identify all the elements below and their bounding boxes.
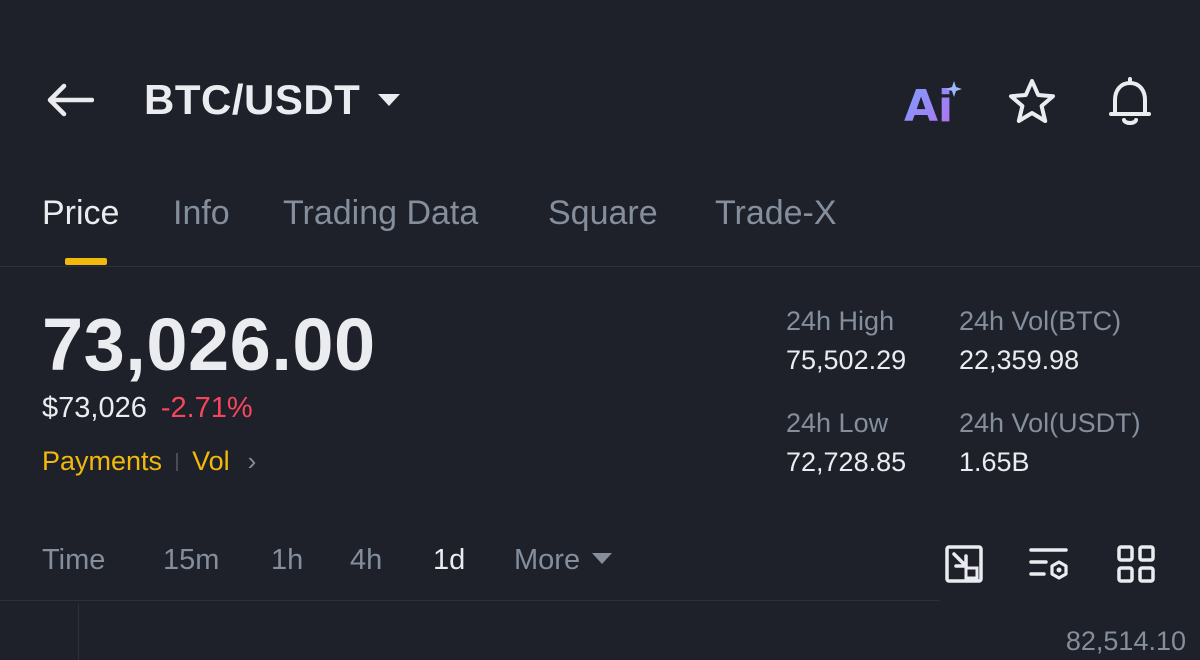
stat-label: 24h High xyxy=(786,306,895,336)
chevron-right-icon: › xyxy=(247,446,257,476)
ai-button[interactable]: Ai xyxy=(902,72,962,132)
back-button[interactable] xyxy=(44,76,96,124)
header: BTC/USDT Ai xyxy=(0,0,1200,200)
tab-info[interactable]: Info xyxy=(173,194,230,233)
chart-mode-button[interactable] xyxy=(940,540,988,588)
tab-square[interactable]: Square xyxy=(548,194,658,233)
usd-price: $73,026 xyxy=(42,392,147,424)
interval-4h[interactable]: 4h xyxy=(350,544,382,577)
ai-icon: Ai xyxy=(904,81,962,127)
stat-value: 22,359.98 xyxy=(959,345,1080,375)
interval-bar: Time 15m 1h 4h 1d More xyxy=(0,530,1200,600)
back-arrow-icon xyxy=(47,83,94,117)
stat-label: 24h Low xyxy=(786,408,889,438)
stat-24h-vol-usdt: 24h Vol(USDT) 1.65B xyxy=(959,408,1141,478)
indicator-settings-button[interactable] xyxy=(1026,540,1074,588)
tab-trading-data[interactable]: Trading Data xyxy=(283,194,478,233)
stat-24h-low: 24h Low 72,728.85 xyxy=(786,408,906,478)
star-icon xyxy=(1009,79,1055,123)
favorite-button[interactable] xyxy=(1002,72,1062,132)
stat-label: 24h Vol(USDT) xyxy=(959,408,1141,438)
stat-value: 72,728.85 xyxy=(786,447,907,477)
interval-15m[interactable]: 15m xyxy=(163,544,219,577)
stat-24h-vol-btc: 24h Vol(BTC) 22,359.98 xyxy=(959,306,1121,376)
active-tab-indicator xyxy=(65,258,107,265)
indicator-settings-icon xyxy=(1029,548,1068,580)
interval-1h[interactable]: 1h xyxy=(271,544,303,577)
chart-expand-icon xyxy=(945,545,983,583)
tag-payments[interactable]: Payments xyxy=(42,446,162,477)
price-change-percent: -2.71% xyxy=(160,392,253,424)
chart-top-border xyxy=(0,600,940,601)
tag-vol[interactable]: Vol xyxy=(192,446,230,477)
chart-gridline xyxy=(78,604,79,660)
tag-links[interactable]: Payments Vol › xyxy=(42,446,256,477)
interval-more-label: More xyxy=(514,544,581,576)
last-price: 73,026.00 xyxy=(42,303,376,386)
tag-separator xyxy=(176,452,179,471)
price-axis-label: 82,514.10 xyxy=(1065,626,1186,656)
caret-down-icon xyxy=(378,94,401,106)
interval-time[interactable]: Time xyxy=(42,544,105,577)
app-root: BTC/USDT Ai Price Info Trading Data Squa… xyxy=(0,0,1200,660)
usd-price-line: $73,026 -2.71% xyxy=(42,392,253,425)
stat-24h-high: 24h High 75,502.29 xyxy=(786,306,906,376)
tab-price[interactable]: Price xyxy=(42,194,119,233)
alert-button[interactable] xyxy=(1100,72,1160,132)
stat-value: 75,502.29 xyxy=(786,345,907,375)
bell-icon xyxy=(1109,77,1151,125)
layout-grid-button[interactable] xyxy=(1112,540,1160,588)
tab-bar: Price Info Trading Data Square Trade-X xyxy=(0,180,1200,267)
stat-value: 1.65B xyxy=(959,447,1030,477)
interval-1d[interactable]: 1d xyxy=(433,544,465,577)
caret-down-icon xyxy=(592,552,613,564)
tab-trade-x[interactable]: Trade-X xyxy=(715,194,837,233)
interval-more[interactable]: More xyxy=(514,544,613,577)
pair-selector[interactable]: BTC/USDT xyxy=(144,72,401,128)
grid-icon xyxy=(1117,545,1155,583)
pair-title: BTC/USDT xyxy=(144,76,361,123)
ai-label: Ai xyxy=(904,81,953,127)
stat-label: 24h Vol(BTC) xyxy=(959,306,1122,336)
